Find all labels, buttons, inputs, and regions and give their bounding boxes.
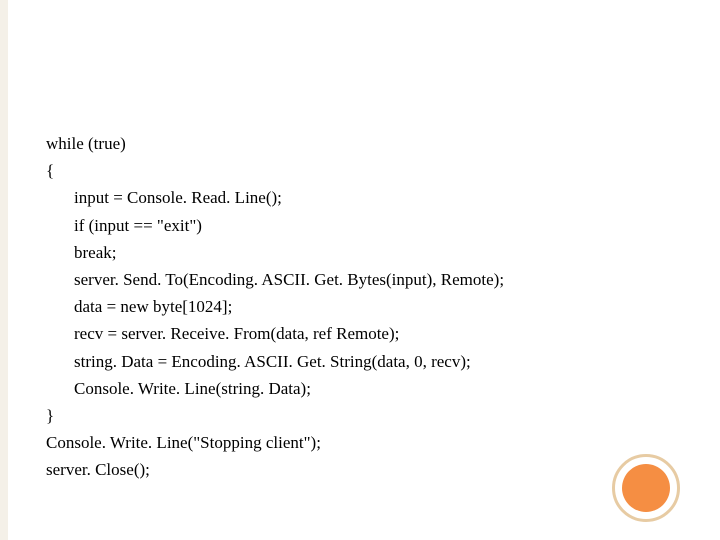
- code-line: Console. Write. Line("Stopping client");: [46, 429, 504, 456]
- code-line: data = new byte[1024];: [74, 293, 504, 320]
- code-line: recv = server. Receive. From(data, ref R…: [74, 320, 504, 347]
- slide: while (true) { input = Console. Read. Li…: [0, 0, 720, 540]
- code-line: while (true): [46, 130, 504, 157]
- code-block: while (true) { input = Console. Read. Li…: [46, 130, 504, 483]
- code-line: break;: [74, 239, 504, 266]
- code-line: Console. Write. Line(string. Data);: [74, 375, 504, 402]
- code-line: }: [46, 402, 504, 429]
- code-line: string. Data = Encoding. ASCII. Get. Str…: [74, 348, 504, 375]
- code-line: input = Console. Read. Line();: [74, 184, 504, 211]
- code-line: server. Close();: [46, 456, 504, 483]
- left-accent-bar: [0, 0, 8, 540]
- code-line: {: [46, 157, 504, 184]
- code-line: if (input == "exit"): [74, 212, 504, 239]
- ornament-dot: [622, 464, 670, 512]
- code-line: server. Send. To(Encoding. ASCII. Get. B…: [74, 266, 504, 293]
- corner-ornament-icon: [612, 454, 680, 522]
